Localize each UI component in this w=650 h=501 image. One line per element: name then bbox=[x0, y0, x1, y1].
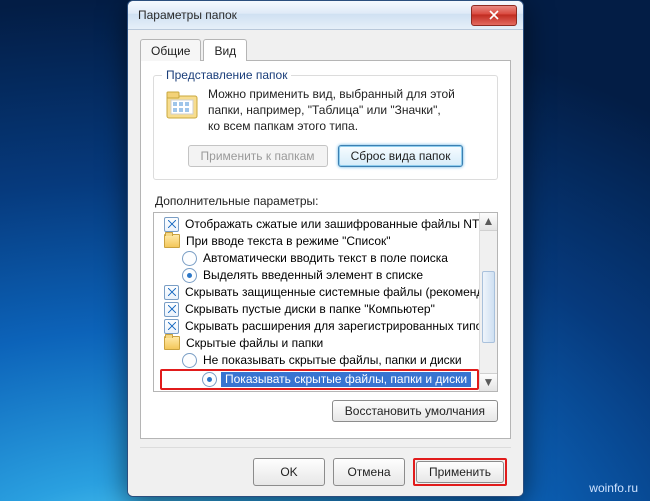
opt-highlight-typed[interactable]: Выделять введенный элемент в списке bbox=[158, 267, 479, 284]
titlebar[interactable]: Параметры папок bbox=[128, 1, 523, 30]
apply-to-folders-button: Применить к папкам bbox=[188, 145, 328, 167]
group-hidden-files: Скрытые файлы и папки bbox=[158, 335, 479, 352]
tab-panel-view: Представление папок Можно применить вид,… bbox=[140, 60, 511, 439]
radio-icon bbox=[182, 353, 197, 368]
scroll-track[interactable] bbox=[480, 231, 497, 373]
opt-hide-extensions[interactable]: Скрывать расширения для зарегистрированн… bbox=[158, 318, 479, 335]
vertical-scrollbar[interactable]: ▲ ▼ bbox=[479, 213, 497, 391]
tab-view[interactable]: Вид bbox=[203, 39, 247, 61]
radio-icon bbox=[202, 372, 217, 387]
folder-icon bbox=[164, 336, 180, 350]
advanced-settings-label: Дополнительные параметры: bbox=[155, 194, 498, 208]
folder-views-group: Представление папок Можно применить вид,… bbox=[153, 75, 498, 180]
window-title: Параметры папок bbox=[138, 8, 471, 22]
checkbox-icon bbox=[164, 319, 179, 334]
folder-options-window: Параметры папок Общие Вид Представление … bbox=[127, 0, 524, 497]
ok-button[interactable]: OK bbox=[253, 458, 325, 486]
scroll-up-icon[interactable]: ▲ bbox=[480, 213, 497, 231]
dialog-button-row: OK Отмена Применить bbox=[140, 447, 511, 486]
opt-show-hidden[interactable]: Показывать скрытые файлы, папки и диски bbox=[223, 372, 467, 386]
desktop-background: woinfo.ru Параметры папок Общие Вид Пред… bbox=[0, 0, 650, 501]
restore-defaults-button[interactable]: Восстановить умолчания bbox=[332, 400, 498, 422]
checkbox-icon bbox=[164, 217, 179, 232]
opt-auto-search[interactable]: Автоматически вводить текст в поле поиск… bbox=[158, 250, 479, 267]
group-description: Можно применить вид, выбранный для этой … bbox=[208, 86, 455, 135]
highlight-apply: Применить bbox=[413, 458, 507, 486]
radio-icon bbox=[182, 251, 197, 266]
reset-folders-button[interactable]: Сброс вида папок bbox=[338, 145, 464, 167]
close-icon bbox=[489, 10, 499, 20]
advanced-settings-list[interactable]: Отображать сжатые или зашифрованные файл… bbox=[153, 212, 498, 392]
close-button[interactable] bbox=[471, 5, 517, 26]
checkbox-icon bbox=[164, 302, 179, 317]
group-list-typing: При вводе текста в режиме "Список" bbox=[158, 233, 479, 250]
tabstrip: Общие Вид bbox=[140, 38, 511, 60]
folder-views-icon bbox=[164, 86, 200, 122]
opt-hide-empty-drives[interactable]: Скрывать пустые диски в папке "Компьютер… bbox=[158, 301, 479, 318]
opt-hide-protected[interactable]: Скрывать защищенные системные файлы (рек… bbox=[158, 284, 479, 301]
scroll-down-icon[interactable]: ▼ bbox=[480, 373, 497, 391]
highlight-show-hidden: Показывать скрытые файлы, папки и диски bbox=[160, 369, 479, 390]
tab-general[interactable]: Общие bbox=[140, 39, 201, 61]
opt-dont-show-hidden[interactable]: Не показывать скрытые файлы, папки и дис… bbox=[158, 352, 479, 369]
checkbox-icon bbox=[164, 285, 179, 300]
apply-button[interactable]: Применить bbox=[416, 461, 504, 483]
list-content: Отображать сжатые или зашифрованные файл… bbox=[154, 213, 479, 391]
folder-icon bbox=[164, 234, 180, 248]
cancel-button[interactable]: Отмена bbox=[333, 458, 405, 486]
opt-show-encrypted[interactable]: Отображать сжатые или зашифрованные файл… bbox=[158, 216, 479, 233]
scroll-thumb[interactable] bbox=[482, 271, 495, 343]
watermark: woinfo.ru bbox=[589, 481, 638, 495]
client-area: Общие Вид Представление папок bbox=[128, 30, 523, 496]
radio-icon bbox=[182, 268, 197, 283]
group-legend: Представление папок bbox=[162, 68, 291, 82]
